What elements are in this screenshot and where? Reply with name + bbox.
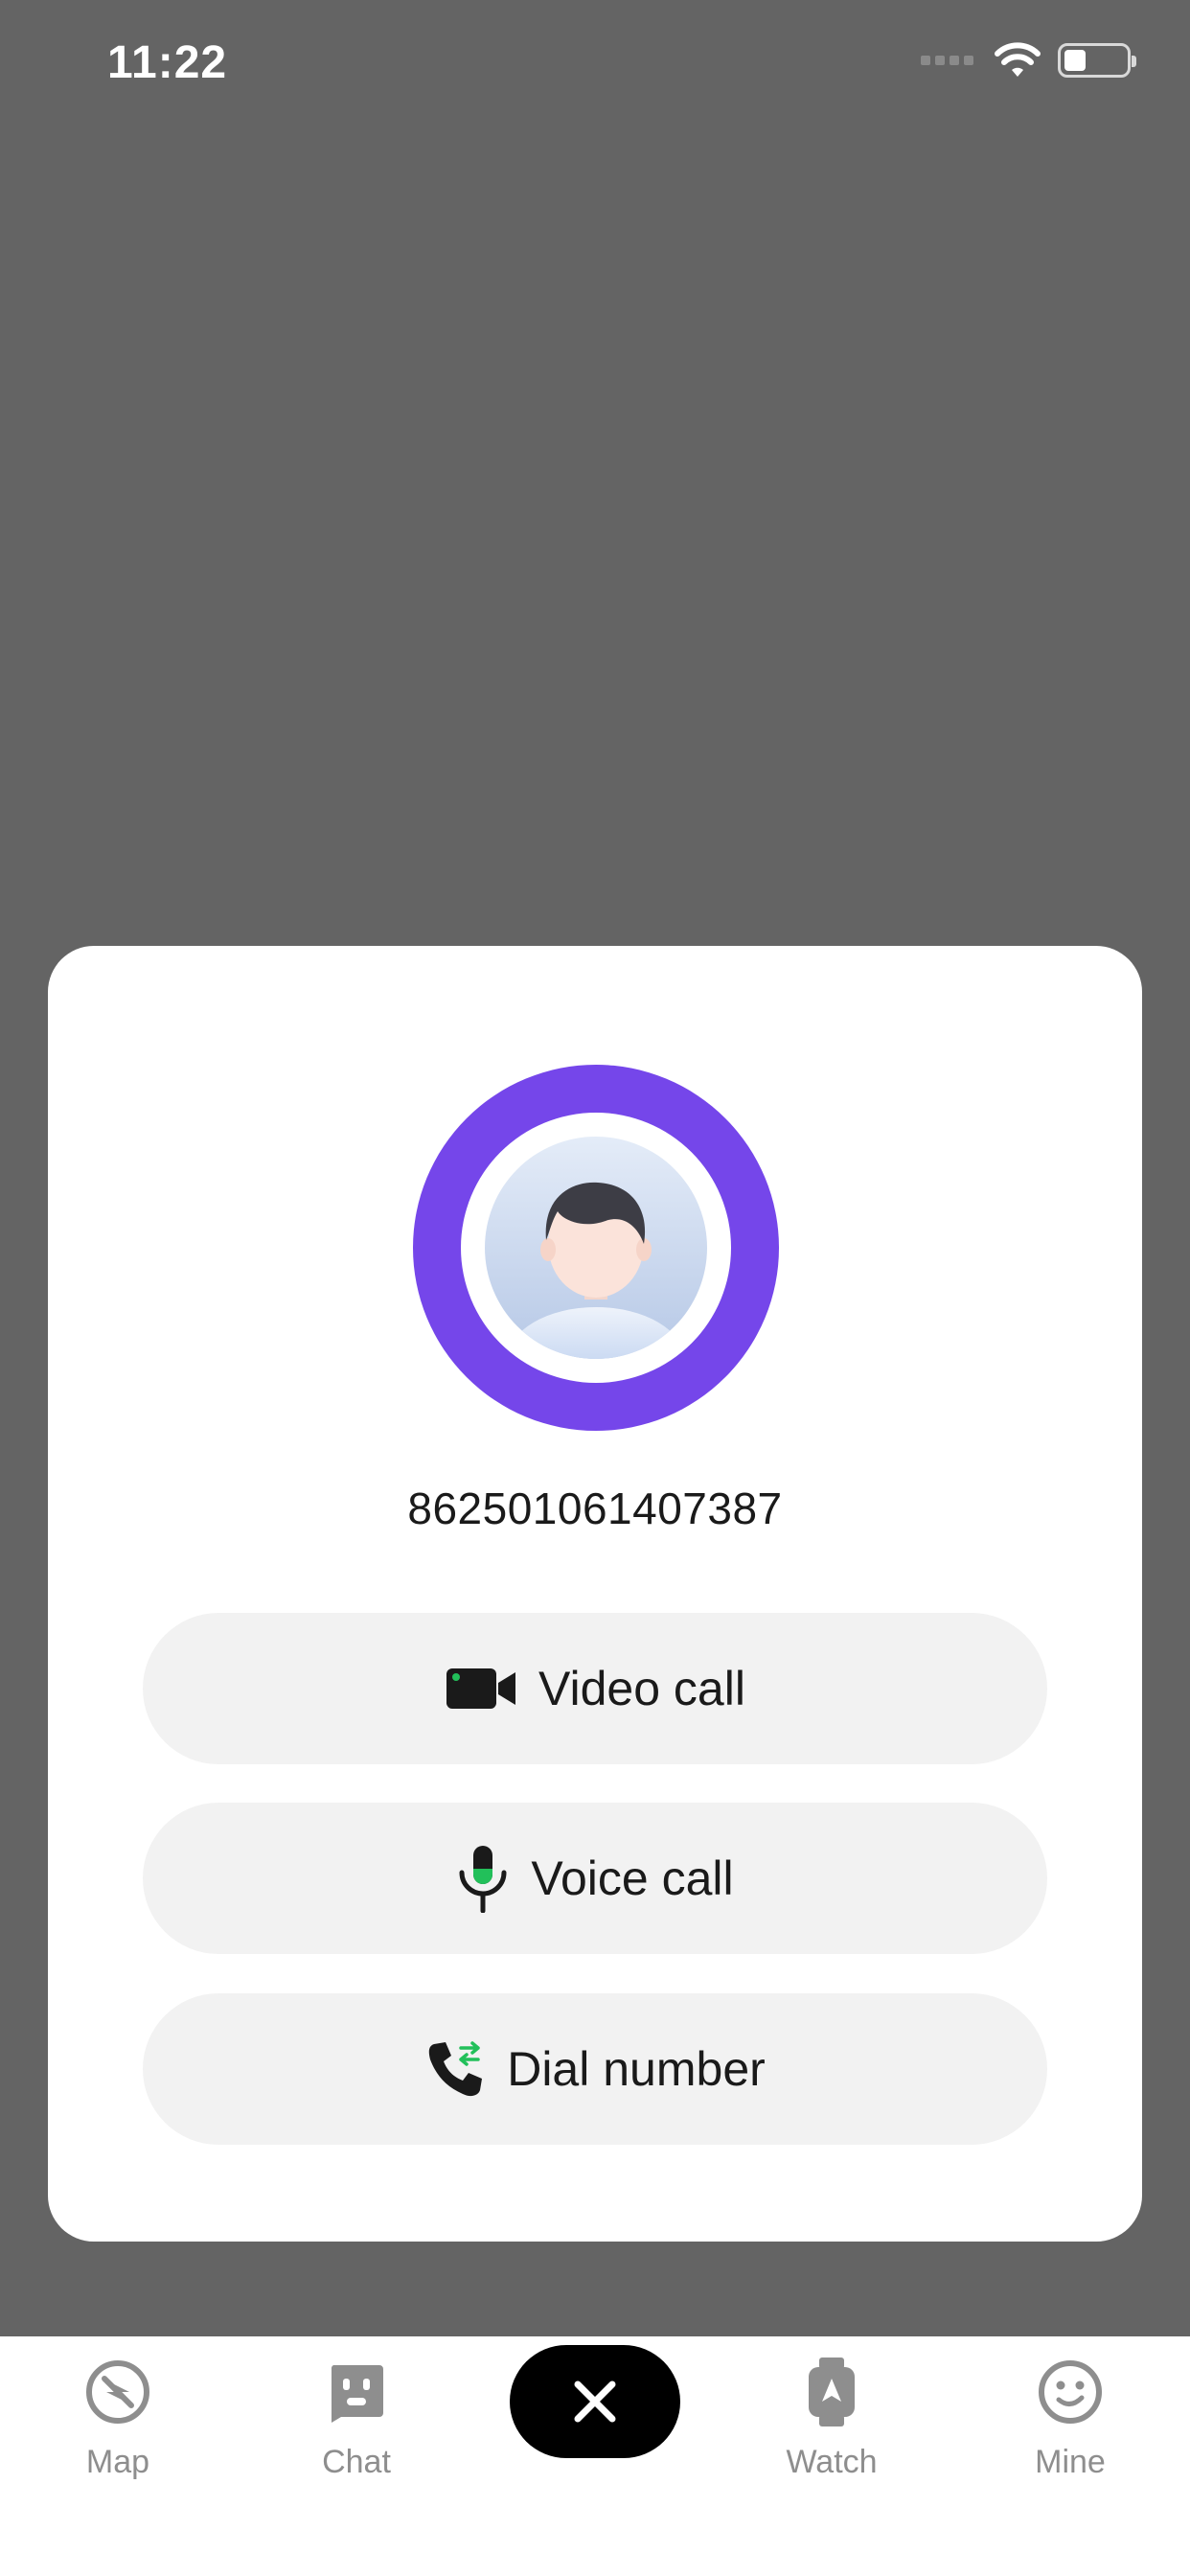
device-id: 862501061407387 — [407, 1484, 783, 1533]
tab-watch-label: Watch — [786, 2444, 878, 2480]
video-camera-icon — [445, 1666, 517, 1712]
contact-call-dialog: 862501061407387 Video call Voice call Di… — [48, 946, 1142, 2242]
tab-map[interactable]: Map — [41, 2336, 195, 2528]
phone-transfer-icon — [424, 2038, 486, 2100]
tab-chat-label: Chat — [322, 2444, 391, 2480]
battery-icon — [1058, 43, 1136, 78]
smiley-icon — [1038, 2356, 1103, 2428]
signal-dots-icon — [921, 56, 973, 65]
status-time: 11:22 — [107, 37, 228, 88]
dial-number-button[interactable]: Dial number — [143, 1993, 1047, 2145]
wifi-icon — [995, 42, 1041, 77]
tab-mine[interactable]: Mine — [994, 2336, 1147, 2528]
avatar — [485, 1137, 707, 1359]
dial-number-label: Dial number — [507, 2042, 766, 2096]
close-icon — [574, 2380, 616, 2423]
microphone-icon — [456, 1844, 510, 1913]
tab-watch[interactable]: Watch — [755, 2336, 908, 2528]
watch-icon — [806, 2356, 858, 2428]
compass-icon — [85, 2356, 150, 2428]
tab-mine-label: Mine — [1035, 2444, 1106, 2480]
avatar-ring — [413, 1065, 779, 1431]
voice-call-button[interactable]: Voice call — [143, 1803, 1047, 1954]
chat-face-icon — [324, 2356, 389, 2428]
tab-chat[interactable]: Chat — [280, 2336, 433, 2528]
video-call-button[interactable]: Video call — [143, 1613, 1047, 1764]
tab-map-label: Map — [85, 2444, 150, 2480]
voice-call-label: Voice call — [531, 1852, 734, 1905]
bottom-tab-bar: Map Chat Watch Mine — [0, 2336, 1190, 2576]
screen: 11:22 862501061407387 Video call Voice c… — [0, 0, 1190, 2576]
close-button[interactable] — [510, 2345, 680, 2458]
status-icons — [921, 42, 1136, 79]
video-call-label: Video call — [538, 1662, 745, 1715]
